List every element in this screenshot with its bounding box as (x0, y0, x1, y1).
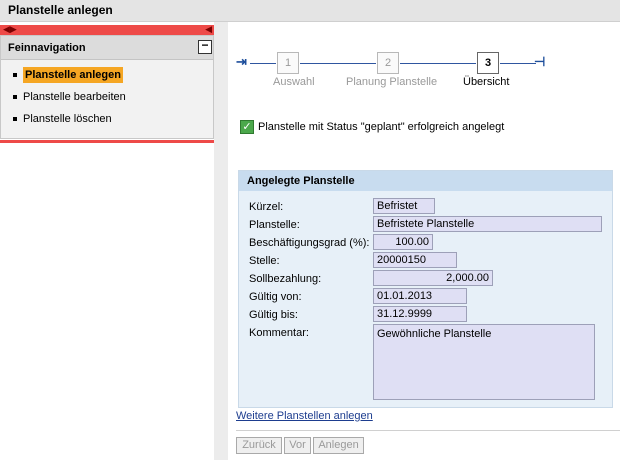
kuerzel-label: Kürzel: (249, 201, 284, 213)
planstelle-label: Planstelle: (249, 219, 300, 231)
main-content: ⇥ ⊣ 1 Auswahl 2 Planung Planstelle 3 Übe… (228, 22, 620, 460)
panel-divider (214, 22, 228, 460)
step-2-label: Planung Planstelle (346, 76, 438, 88)
success-message: ✓ Planstelle mit Status "geplant" erfolgr… (240, 119, 504, 135)
stelle-value: 20000150 (373, 252, 457, 268)
roadmap-start-icon: ⇥ (236, 54, 247, 69)
planstelle-value: Befristete Planstelle (373, 216, 602, 232)
bullet-icon (13, 73, 17, 77)
bullet-icon (13, 117, 17, 121)
gueltig-bis-label: Gültig bis: (249, 309, 298, 321)
next-button[interactable]: Vor (284, 437, 311, 454)
feinnavigation-panel: Feinnavigation − Planstelle anlegen Plan… (0, 35, 214, 139)
sidebar-item-label[interactable]: Planstelle bearbeiten (23, 91, 126, 103)
stelle-label: Stelle: (249, 255, 280, 267)
sollbezahlung-value: 2,000.00 (373, 270, 493, 286)
step-2[interactable]: 2 (377, 52, 399, 74)
gueltig-bis-value: 31.12.9999 (373, 306, 467, 322)
sidebar-item-label[interactable]: Planstelle anlegen (23, 67, 123, 83)
sidebar-bottom-bar (0, 140, 214, 143)
form-title: Angelegte Planstelle (239, 171, 612, 191)
form-panel: Angelegte Planstelle Kürzel: Befristet P… (238, 170, 613, 408)
roadmap-line (500, 63, 536, 64)
kuerzel-value: Befristet (373, 198, 435, 214)
roadmap-line (400, 63, 476, 64)
feinnavigation-header: Feinnavigation − (1, 36, 213, 60)
roadmap-wizard: ⇥ ⊣ 1 Auswahl 2 Planung Planstelle 3 Übe… (228, 22, 620, 94)
collapse-icon[interactable]: − (198, 39, 212, 54)
scroll-left-icon[interactable]: ◀▶ (3, 24, 17, 34)
success-message-text: Planstelle mit Status "geplant" erfolgre… (258, 121, 505, 133)
sidebar-toggle-icon[interactable]: ◀ (205, 24, 212, 34)
roadmap-line (250, 63, 276, 64)
sidebar-item-planstelle-bearbeiten[interactable]: Planstelle bearbeiten (1, 86, 213, 108)
create-button[interactable]: Anlegen (313, 437, 364, 454)
window-title: Planstelle anlegen (0, 0, 620, 22)
left-column: ◀▶ ◀ Feinnavigation − Planstelle anlegen… (0, 22, 214, 460)
more-planstellen-link[interactable]: Weitere Planstellen anlegen (236, 410, 373, 422)
kommentar-value: Gewöhnliche Planstelle (373, 324, 595, 400)
beschaeftigungsgrad-value: 100.00 (373, 234, 433, 250)
roadmap-line (300, 63, 376, 64)
sidebar-item-label[interactable]: Planstelle löschen (23, 113, 112, 125)
back-button[interactable]: Zurück (236, 437, 282, 454)
nav-list: Planstelle anlegen Planstelle bearbeiten… (1, 60, 213, 130)
bottom-separator (236, 430, 620, 431)
gueltig-von-value: 01.01.2013 (373, 288, 467, 304)
sidebar-item-planstelle-loeschen[interactable]: Planstelle löschen (1, 108, 213, 130)
kommentar-label: Kommentar: (249, 327, 309, 339)
sidebar-item-planstelle-anlegen[interactable]: Planstelle anlegen (1, 64, 213, 86)
feinnavigation-title: Feinnavigation (8, 42, 86, 54)
step-3[interactable]: 3 (477, 52, 499, 74)
bullet-icon (13, 95, 17, 99)
step-1-label: Auswahl (273, 76, 315, 88)
gueltig-von-label: Gültig von: (249, 291, 302, 303)
beschaeftigungsgrad-label: Beschäftigungsgrad (%): (249, 237, 370, 249)
roadmap-end-icon: ⊣ (534, 54, 546, 69)
sidebar-top-bar: ◀▶ ◀ (0, 24, 214, 35)
check-icon: ✓ (240, 120, 254, 135)
step-3-label: Übersicht (463, 76, 510, 88)
step-1[interactable]: 1 (277, 52, 299, 74)
sollbezahlung-label: Sollbezahlung: (249, 273, 322, 285)
